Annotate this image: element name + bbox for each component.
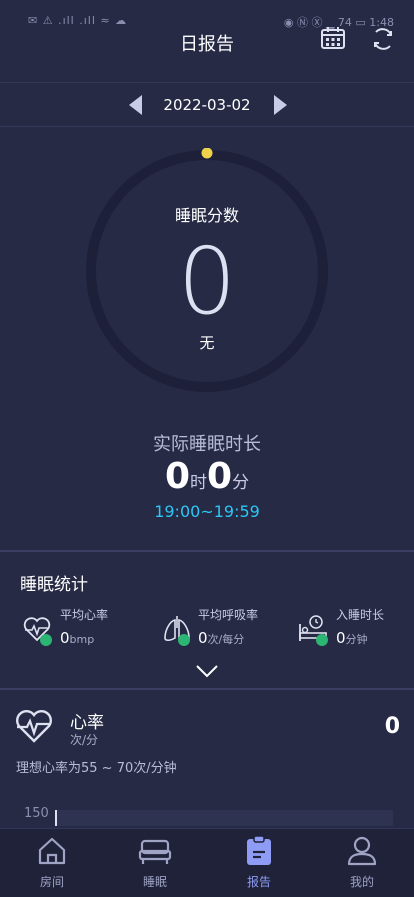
minutes-unit: 分 xyxy=(232,473,250,493)
check-icon xyxy=(40,634,52,646)
nav-item-sleep[interactable]: 睡眠 xyxy=(115,829,195,897)
stat-value-row: 0分钟 xyxy=(336,628,368,647)
actual-sleep-title: 实际睡眠时长 xyxy=(153,434,261,455)
stat-unit: bmp xyxy=(69,633,95,646)
stat-value: 0 xyxy=(198,629,208,647)
sleep-score-label: 睡眠分数 xyxy=(174,206,239,225)
header-divider xyxy=(0,82,414,83)
nav-label: 房间 xyxy=(39,875,64,889)
status-icons-left: ✉ ⚠ .ıll .ıll ≈ ☁ xyxy=(28,14,128,27)
hours-unit: 时 xyxy=(190,473,207,493)
nav-label: 报告 xyxy=(246,875,271,889)
profile-icon xyxy=(347,836,377,866)
sleep-minutes: 0 xyxy=(207,456,233,497)
heart-rate-ideal-text: 理想心率为55 ~ 70次/分钟 xyxy=(16,761,177,776)
expand-stats-chevron-down-icon[interactable] xyxy=(195,664,219,678)
sleep-score-value: 0 xyxy=(177,228,237,335)
section-divider xyxy=(0,550,414,552)
stat-fall-asleep-time: 入睡时长 0分钟 xyxy=(298,606,410,652)
nav-label: 睡眠 xyxy=(142,875,167,889)
next-date-button[interactable] xyxy=(270,94,290,116)
bed-icon xyxy=(138,839,172,864)
page-title: 日报告 xyxy=(180,34,234,55)
stat-unit: 次/每分 xyxy=(207,633,245,646)
heart-rate-title: 心率 xyxy=(70,713,104,733)
bottom-navigation: 房间 睡眠 报告 我的 xyxy=(0,828,414,897)
heart-rate-chart-area xyxy=(57,810,393,826)
sleep-stats-title: 睡眠统计 xyxy=(20,575,88,595)
home-icon xyxy=(38,837,66,865)
stat-value-row: 0次/每分 xyxy=(198,628,244,647)
score-progress-dot xyxy=(201,148,213,159)
stat-unit: 分钟 xyxy=(345,633,368,646)
previous-date-button[interactable] xyxy=(126,94,146,116)
stat-label: 平均呼吸率 xyxy=(198,608,259,622)
current-date: 2022-03-02 xyxy=(163,96,251,114)
nav-item-profile[interactable]: 我的 xyxy=(322,829,402,897)
heart-rate-icon xyxy=(16,710,52,743)
check-icon xyxy=(316,634,328,646)
section-divider xyxy=(0,688,414,690)
stat-value: 0 xyxy=(336,629,346,647)
date-divider xyxy=(0,126,414,127)
actual-sleep-duration: 0时0分 xyxy=(0,456,414,497)
check-icon xyxy=(178,634,190,646)
heart-rate-value: 0 xyxy=(384,714,400,739)
stat-value: 0 xyxy=(60,629,70,647)
sleep-hours: 0 xyxy=(164,456,190,497)
stat-label: 入睡时长 xyxy=(336,608,385,622)
heart-rate-chart-tick: 150 xyxy=(24,806,49,821)
stat-value-row: 0bmp xyxy=(60,628,94,647)
heart-rate-chart-axis xyxy=(55,810,57,826)
sleep-time-range: 19:00~19:59 xyxy=(154,502,260,521)
stat-avg-breath-rate: 平均呼吸率 0次/每分 xyxy=(162,606,292,652)
nav-item-report[interactable]: 报告 xyxy=(219,829,299,897)
stat-label: 平均心率 xyxy=(60,608,109,622)
calendar-icon[interactable] xyxy=(320,26,346,50)
nav-item-room[interactable]: 房间 xyxy=(12,829,92,897)
heart-rate-unit: 次/分 xyxy=(70,733,99,747)
stat-avg-heart-rate: 平均心率 0bmp xyxy=(22,606,152,652)
nav-label: 我的 xyxy=(349,875,374,889)
refresh-icon[interactable] xyxy=(370,26,396,52)
sleep-score-description: 无 xyxy=(199,334,215,352)
report-icon xyxy=(247,835,271,865)
